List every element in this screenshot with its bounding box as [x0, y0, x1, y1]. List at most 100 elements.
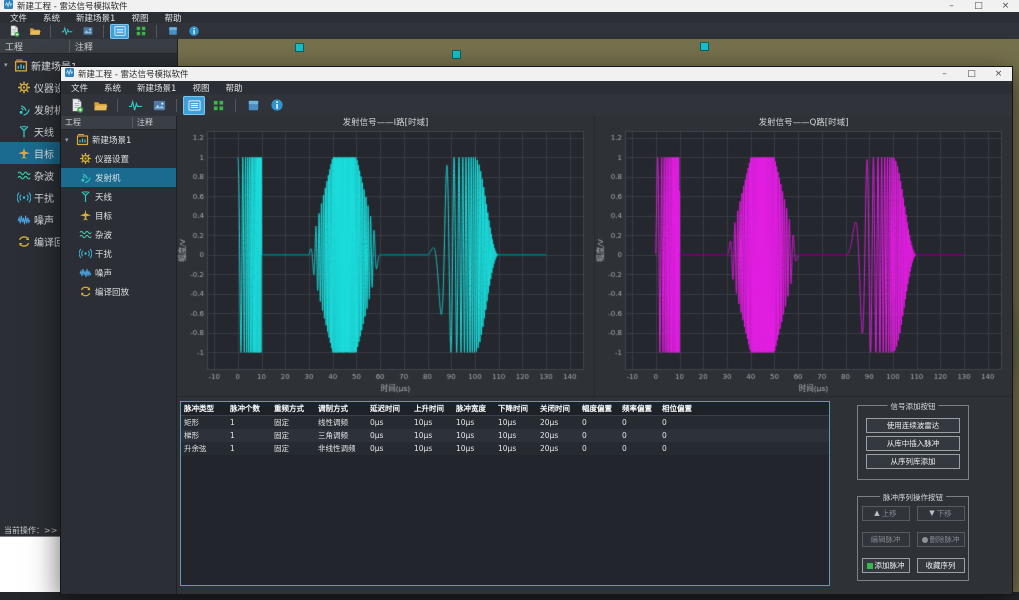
chart-q: 发射信号——Q路[时域] — [595, 116, 1012, 396]
new-project-button[interactable] — [4, 24, 23, 39]
signal-add-button-2[interactable]: 从库中插入脉冲 — [866, 436, 960, 451]
noise-icon — [78, 266, 92, 279]
layout-dots-button[interactable] — [207, 96, 229, 115]
cell: 固定 — [271, 416, 315, 430]
menu-item-2[interactable]: 新建场景1 — [68, 12, 123, 23]
tree-item-label: 编译回放 — [95, 286, 129, 298]
panel-button[interactable] — [242, 96, 264, 115]
tree-item-5[interactable]: 杂波 — [61, 225, 176, 244]
new-project-button[interactable] — [65, 96, 87, 115]
tree-item-4[interactable]: 目标 — [61, 206, 176, 225]
gear-icon — [17, 80, 31, 95]
menu-item-1[interactable]: 系统 — [35, 12, 68, 23]
seq-button-1[interactable]: ▲上移 — [862, 506, 910, 521]
antenna-icon — [78, 190, 92, 203]
close-button[interactable]: × — [992, 0, 1019, 12]
column-header: 脉冲个数 — [227, 402, 271, 416]
close-button[interactable]: × — [985, 67, 1012, 81]
cell: 0 — [659, 429, 829, 442]
tree-item-8[interactable]: 编译回放 — [61, 282, 176, 301]
radar-marker-icon[interactable] — [700, 42, 709, 51]
column-header: 下降时间 — [495, 402, 537, 416]
about-button[interactable] — [266, 96, 288, 115]
menu-item-4[interactable]: 帮助 — [156, 12, 189, 23]
minimize-button[interactable]: – — [938, 0, 965, 12]
waveform-button[interactable] — [57, 24, 76, 39]
pulse-row-1[interactable]: 矩形1固定线性调频0μs10μs10μs10μs20μs000 — [181, 416, 829, 430]
fg-main-area: 发射信号——I路[时域] 发射信号——Q路[时域] 脉冲类型脉冲个数重频方式调制… — [177, 116, 1012, 594]
list-view-button[interactable] — [110, 24, 129, 39]
seq-button-4[interactable]: 删除脉冲 — [917, 532, 965, 547]
panel-button[interactable] — [163, 24, 182, 39]
signal-add-button-3[interactable]: 从序列库添加 — [866, 454, 960, 469]
tree-item-6[interactable]: 干扰 — [61, 244, 176, 263]
pulse-row-2[interactable]: 梯形1固定三角调频0μs10μs10μs10μs20μs000 — [181, 429, 829, 442]
waveform-icon — [61, 25, 73, 37]
menu-item-4[interactable]: 帮助 — [217, 81, 250, 94]
pulse-row-3[interactable]: 升余弦1固定非线性调频0μs10μs10μs10μs20μs000 — [181, 442, 829, 455]
target-plane-icon — [17, 146, 31, 161]
tree-item-7[interactable]: 噪声 — [61, 263, 176, 282]
bottom-row: 脉冲类型脉冲个数重频方式调制方式延迟时间上升时间脉冲宽度下降时间关闭时间幅度偏置… — [177, 397, 1012, 594]
maximize-button[interactable]: □ — [965, 0, 992, 12]
seq-button-5[interactable]: 添加脉冲 — [862, 558, 910, 573]
menu-item-3[interactable]: 视图 — [184, 81, 217, 94]
column-project: 工程 — [61, 117, 133, 128]
scene-image-button[interactable] — [78, 24, 97, 39]
cell: 0 — [579, 416, 619, 430]
expander-icon: ▾ — [65, 136, 72, 144]
radar-marker-icon[interactable] — [452, 50, 461, 59]
radar-marker-icon[interactable] — [295, 43, 304, 52]
tree-item-2[interactable]: 发射机 — [61, 168, 176, 187]
column-header: 上升时间 — [411, 402, 453, 416]
signal-add-button-1[interactable]: 使用连续波雷达 — [866, 418, 960, 433]
open-project-button[interactable] — [25, 24, 44, 39]
seq-button-label: 添加脉冲 — [875, 559, 905, 572]
column-header: 频率偏置 — [619, 402, 659, 416]
chart-i-plot[interactable] — [177, 129, 594, 396]
maximize-button[interactable]: □ — [958, 67, 985, 81]
cell: 20μs — [537, 429, 579, 442]
about-icon — [188, 25, 200, 37]
cell: 20μs — [537, 442, 579, 455]
scene-image-icon — [82, 25, 94, 37]
tree-root-scene[interactable]: ▾ 新建场景1 — [61, 130, 176, 149]
replay-icon — [17, 234, 31, 249]
menu-item-1[interactable]: 系统 — [96, 81, 129, 94]
toolbar-separator — [176, 99, 177, 112]
cell: 0 — [579, 442, 619, 455]
menu-item-0[interactable]: 文件 — [63, 81, 96, 94]
tree-root-label: 新建场景1 — [92, 134, 131, 146]
open-project-button[interactable] — [89, 96, 111, 115]
list-view-button[interactable] — [183, 96, 205, 115]
tree-item-label: 发射机 — [95, 172, 121, 184]
chart-q-plot[interactable] — [595, 129, 1012, 396]
about-button[interactable] — [184, 24, 203, 39]
seq-button-6[interactable]: 收藏序列 — [917, 558, 965, 573]
tree-item-label: 杂波 — [34, 168, 54, 183]
cell: 10μs — [453, 429, 495, 442]
tree-item-label: 噪声 — [95, 267, 112, 279]
waveform-button[interactable] — [124, 96, 146, 115]
column-header: 脉冲类型 — [181, 402, 227, 416]
arrow-up-icon: ▲ — [874, 510, 879, 517]
panel-icon — [167, 25, 179, 37]
scene-image-button[interactable] — [148, 96, 170, 115]
tree-item-3[interactable]: 天线 — [61, 187, 176, 206]
seq-button-3[interactable]: 编辑脉冲 — [862, 532, 910, 547]
toolbar-separator — [235, 99, 236, 112]
minimize-button[interactable]: – — [931, 67, 958, 81]
seq-button-label: 上移 — [882, 507, 897, 520]
menu-item-3[interactable]: 视图 — [123, 12, 156, 23]
menu-item-2[interactable]: 新建场景1 — [129, 81, 184, 94]
tree-item-label: 天线 — [95, 191, 112, 203]
cell: 线性调频 — [315, 416, 367, 430]
new-project-icon — [8, 25, 20, 37]
layout-dots-button[interactable] — [131, 24, 150, 39]
layout-dots-icon — [135, 25, 147, 37]
seq-button-2[interactable]: ▼下移 — [917, 506, 965, 521]
antenna-icon — [17, 124, 31, 139]
tree-item-1[interactable]: 仪器设置 — [61, 149, 176, 168]
app-icon — [4, 0, 13, 12]
menu-item-0[interactable]: 文件 — [2, 12, 35, 23]
